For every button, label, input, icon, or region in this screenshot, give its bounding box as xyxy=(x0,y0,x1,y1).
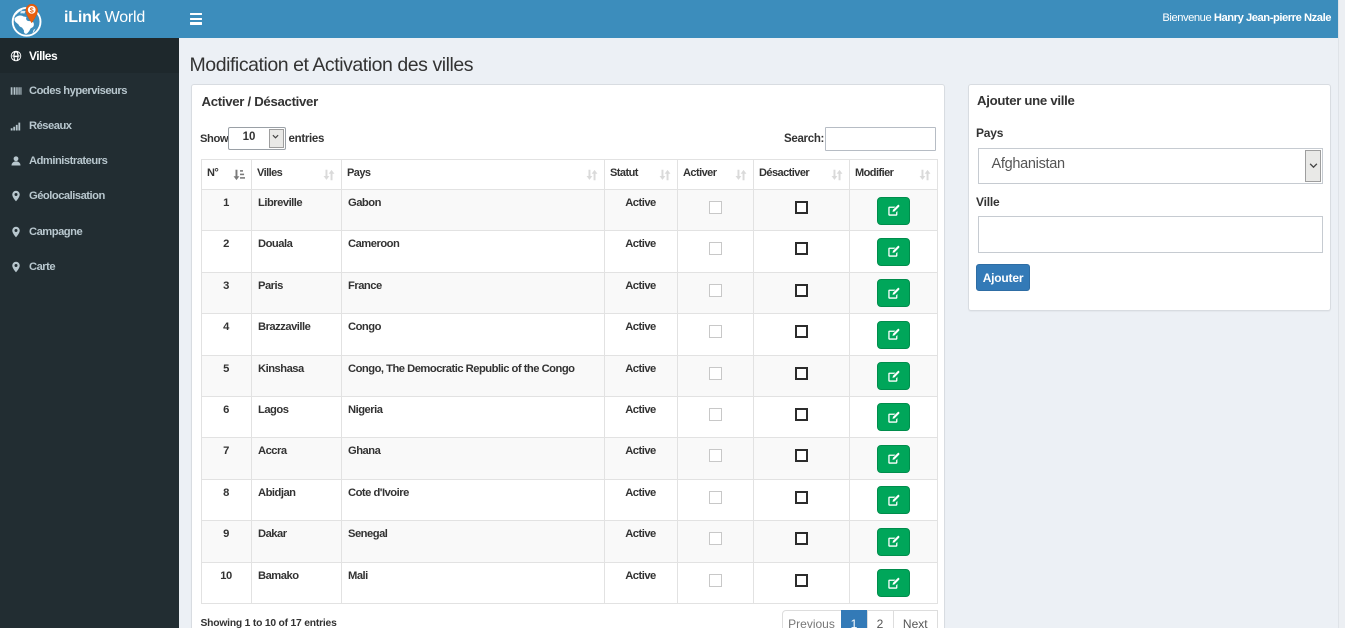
svg-text:$: $ xyxy=(30,7,34,14)
